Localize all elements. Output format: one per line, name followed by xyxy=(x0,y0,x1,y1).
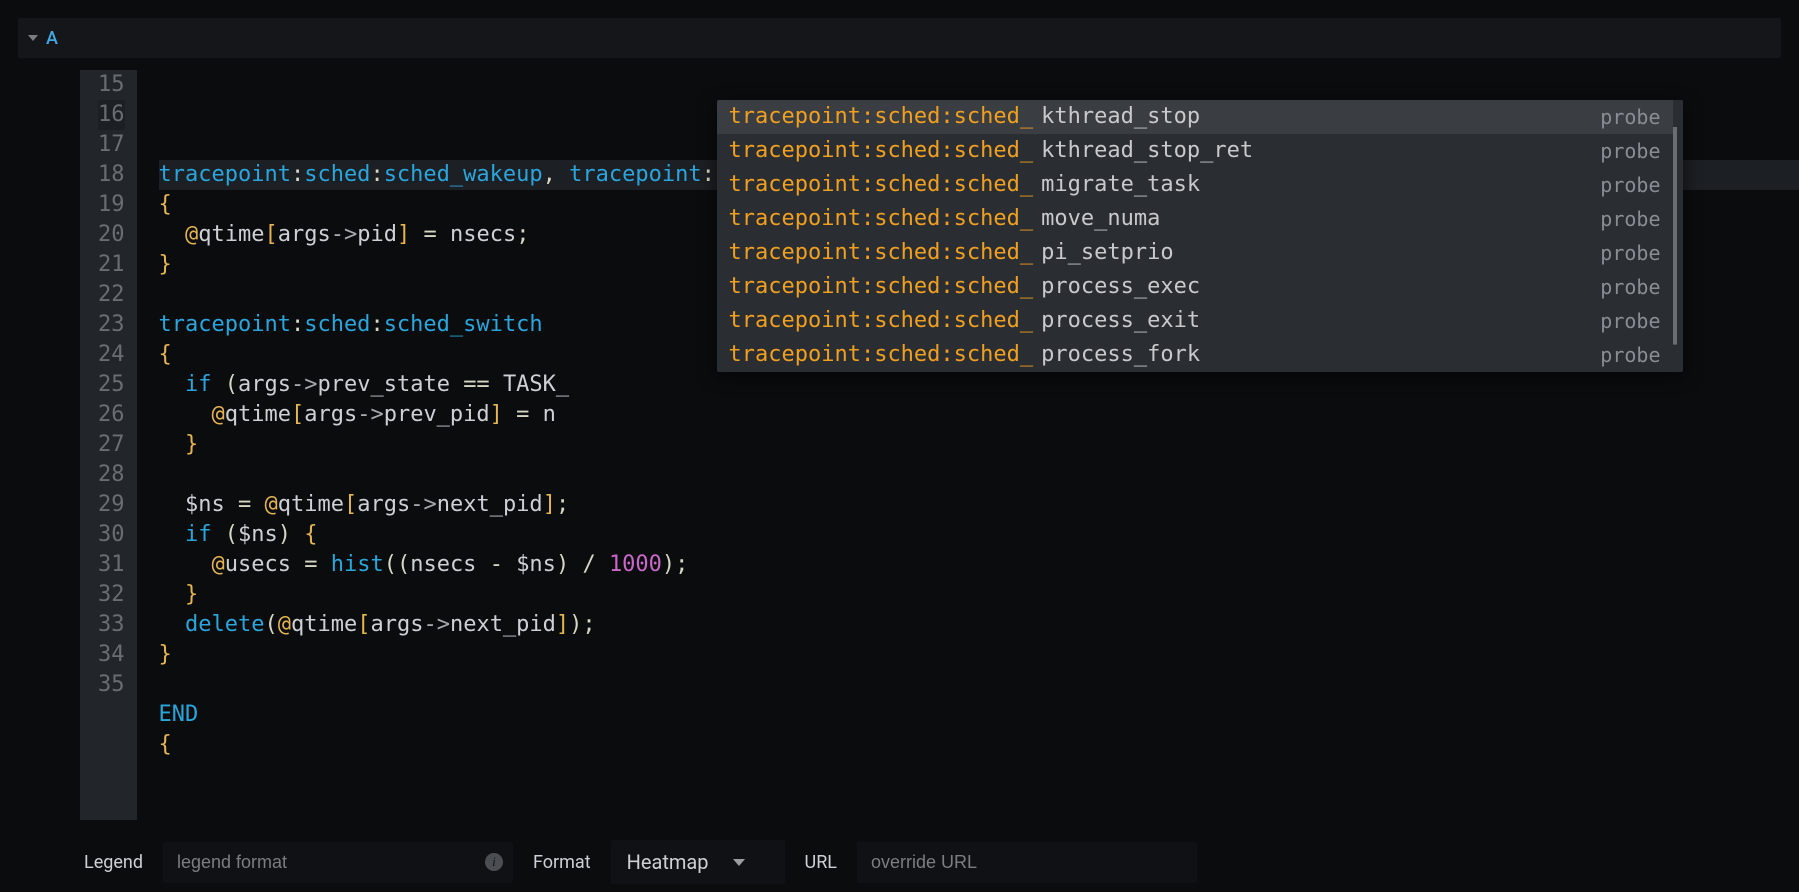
line-number: 34 xyxy=(98,640,125,670)
autocomplete-rest: pi_setprio xyxy=(1041,238,1173,268)
line-number: 19 xyxy=(98,190,125,220)
chevron-down-icon xyxy=(733,859,745,866)
line-number: 24 xyxy=(98,340,125,370)
autocomplete-match: tracepoint:sched:sched_ xyxy=(729,272,1034,302)
collapse-caret-icon[interactable] xyxy=(28,35,38,41)
editor-container: 1516171819202122232425262728293031323334… xyxy=(80,70,1799,820)
autocomplete-match: tracepoint:sched:sched_ xyxy=(729,306,1034,336)
autocomplete-popup[interactable]: tracepoint:sched:sched_kthread_stopprobe… xyxy=(717,100,1683,372)
code-line[interactable]: { xyxy=(159,730,1799,760)
query-header[interactable]: A xyxy=(18,18,1781,58)
autocomplete-match: tracepoint:sched:sched_ xyxy=(729,238,1034,268)
query-id-label: A xyxy=(46,28,58,49)
autocomplete-item[interactable]: tracepoint:sched:sched_move_numa probe xyxy=(717,202,1683,236)
code-line[interactable]: $ns = @qtime[args->next_pid]; xyxy=(159,490,1799,520)
query-toolbar: Legend i Format Heatmap URL xyxy=(80,832,1799,892)
autocomplete-match: tracepoint:sched:sched_ xyxy=(729,136,1034,166)
format-select[interactable]: Heatmap xyxy=(611,840,785,884)
autocomplete-rest: migrate_task xyxy=(1041,170,1200,200)
autocomplete-type: probe xyxy=(1600,340,1660,370)
code-line[interactable]: } xyxy=(159,580,1799,610)
line-number: 23 xyxy=(98,310,125,340)
autocomplete-type: probe xyxy=(1600,170,1660,200)
autocomplete-item[interactable]: tracepoint:sched:sched_pi_setprio probe xyxy=(717,236,1683,270)
autocomplete-rest: process_exec xyxy=(1041,272,1200,302)
line-number: 15 xyxy=(98,70,125,100)
autocomplete-type: probe xyxy=(1600,102,1660,132)
line-number: 26 xyxy=(98,400,125,430)
code-area[interactable]: tracepoint:sched:sched_wakeup, tracepoin… xyxy=(137,70,1799,820)
autocomplete-item[interactable]: tracepoint:sched:sched_kthread_stop_ret p… xyxy=(717,134,1683,168)
line-number: 32 xyxy=(98,580,125,610)
legend-input[interactable] xyxy=(163,842,513,883)
autocomplete-rest: process_fork xyxy=(1041,340,1200,370)
url-input[interactable] xyxy=(857,842,1197,883)
autocomplete-type: probe xyxy=(1600,306,1660,336)
autocomplete-match: tracepoint:sched:sched_ xyxy=(729,102,1034,132)
autocomplete-item[interactable]: tracepoint:sched:sched_process_exit probe xyxy=(717,304,1683,338)
autocomplete-rest: kthread_stop xyxy=(1041,102,1200,132)
code-line[interactable]: @usecs = hist((nsecs - $ns) / 1000); xyxy=(159,550,1799,580)
code-line[interactable]: if (args->prev_state == TASK_ xyxy=(159,370,1799,400)
legend-label: Legend xyxy=(80,852,147,873)
autocomplete-rest: kthread_stop_ret xyxy=(1041,136,1253,166)
url-label: URL xyxy=(801,852,841,873)
line-number: 21 xyxy=(98,250,125,280)
code-line[interactable] xyxy=(159,460,1799,490)
code-line[interactable]: } xyxy=(159,430,1799,460)
line-number: 18 xyxy=(98,160,125,190)
autocomplete-type: probe xyxy=(1600,204,1660,234)
code-line[interactable]: END xyxy=(159,700,1799,730)
autocomplete-match: tracepoint:sched:sched_ xyxy=(729,340,1034,370)
code-line[interactable]: if ($ns) { xyxy=(159,520,1799,550)
autocomplete-item[interactable]: tracepoint:sched:sched_process_fork probe xyxy=(717,338,1683,372)
line-number: 31 xyxy=(98,550,125,580)
code-line[interactable] xyxy=(159,670,1799,700)
legend-input-wrap: i xyxy=(163,842,513,883)
code-line[interactable]: @qtime[args->prev_pid] = n xyxy=(159,400,1799,430)
autocomplete-item[interactable]: tracepoint:sched:sched_kthread_stop probe xyxy=(717,100,1683,134)
line-number: 20 xyxy=(98,220,125,250)
autocomplete-match: tracepoint:sched:sched_ xyxy=(729,204,1034,234)
app-root: A 15161718192021222324252627282930313233… xyxy=(0,0,1799,881)
autocomplete-item[interactable]: tracepoint:sched:sched_migrate_task probe xyxy=(717,168,1683,202)
line-number: 35 xyxy=(98,670,125,700)
autocomplete-rest: process_exit xyxy=(1041,306,1200,336)
line-number: 30 xyxy=(98,520,125,550)
format-label: Format xyxy=(529,852,595,873)
line-number: 27 xyxy=(98,430,125,460)
info-icon[interactable]: i xyxy=(485,853,503,871)
format-select-value: Heatmap xyxy=(627,850,709,874)
autocomplete-item[interactable]: tracepoint:sched:sched_process_exec probe xyxy=(717,270,1683,304)
line-number: 33 xyxy=(98,610,125,640)
line-number: 22 xyxy=(98,280,125,310)
line-number: 17 xyxy=(98,130,125,160)
autocomplete-type: probe xyxy=(1600,238,1660,268)
line-number: 29 xyxy=(98,490,125,520)
autocomplete-type: probe xyxy=(1600,136,1660,166)
code-line[interactable]: delete(@qtime[args->next_pid]); xyxy=(159,610,1799,640)
code-editor[interactable]: 1516171819202122232425262728293031323334… xyxy=(80,70,1799,820)
code-line[interactable]: } xyxy=(159,640,1799,670)
autocomplete-match: tracepoint:sched:sched_ xyxy=(729,170,1034,200)
line-number-gutter: 1516171819202122232425262728293031323334… xyxy=(80,70,137,820)
line-number: 28 xyxy=(98,460,125,490)
autocomplete-type: probe xyxy=(1600,272,1660,302)
autocomplete-rest: move_numa xyxy=(1041,204,1160,234)
line-number: 16 xyxy=(98,100,125,130)
line-number: 25 xyxy=(98,370,125,400)
